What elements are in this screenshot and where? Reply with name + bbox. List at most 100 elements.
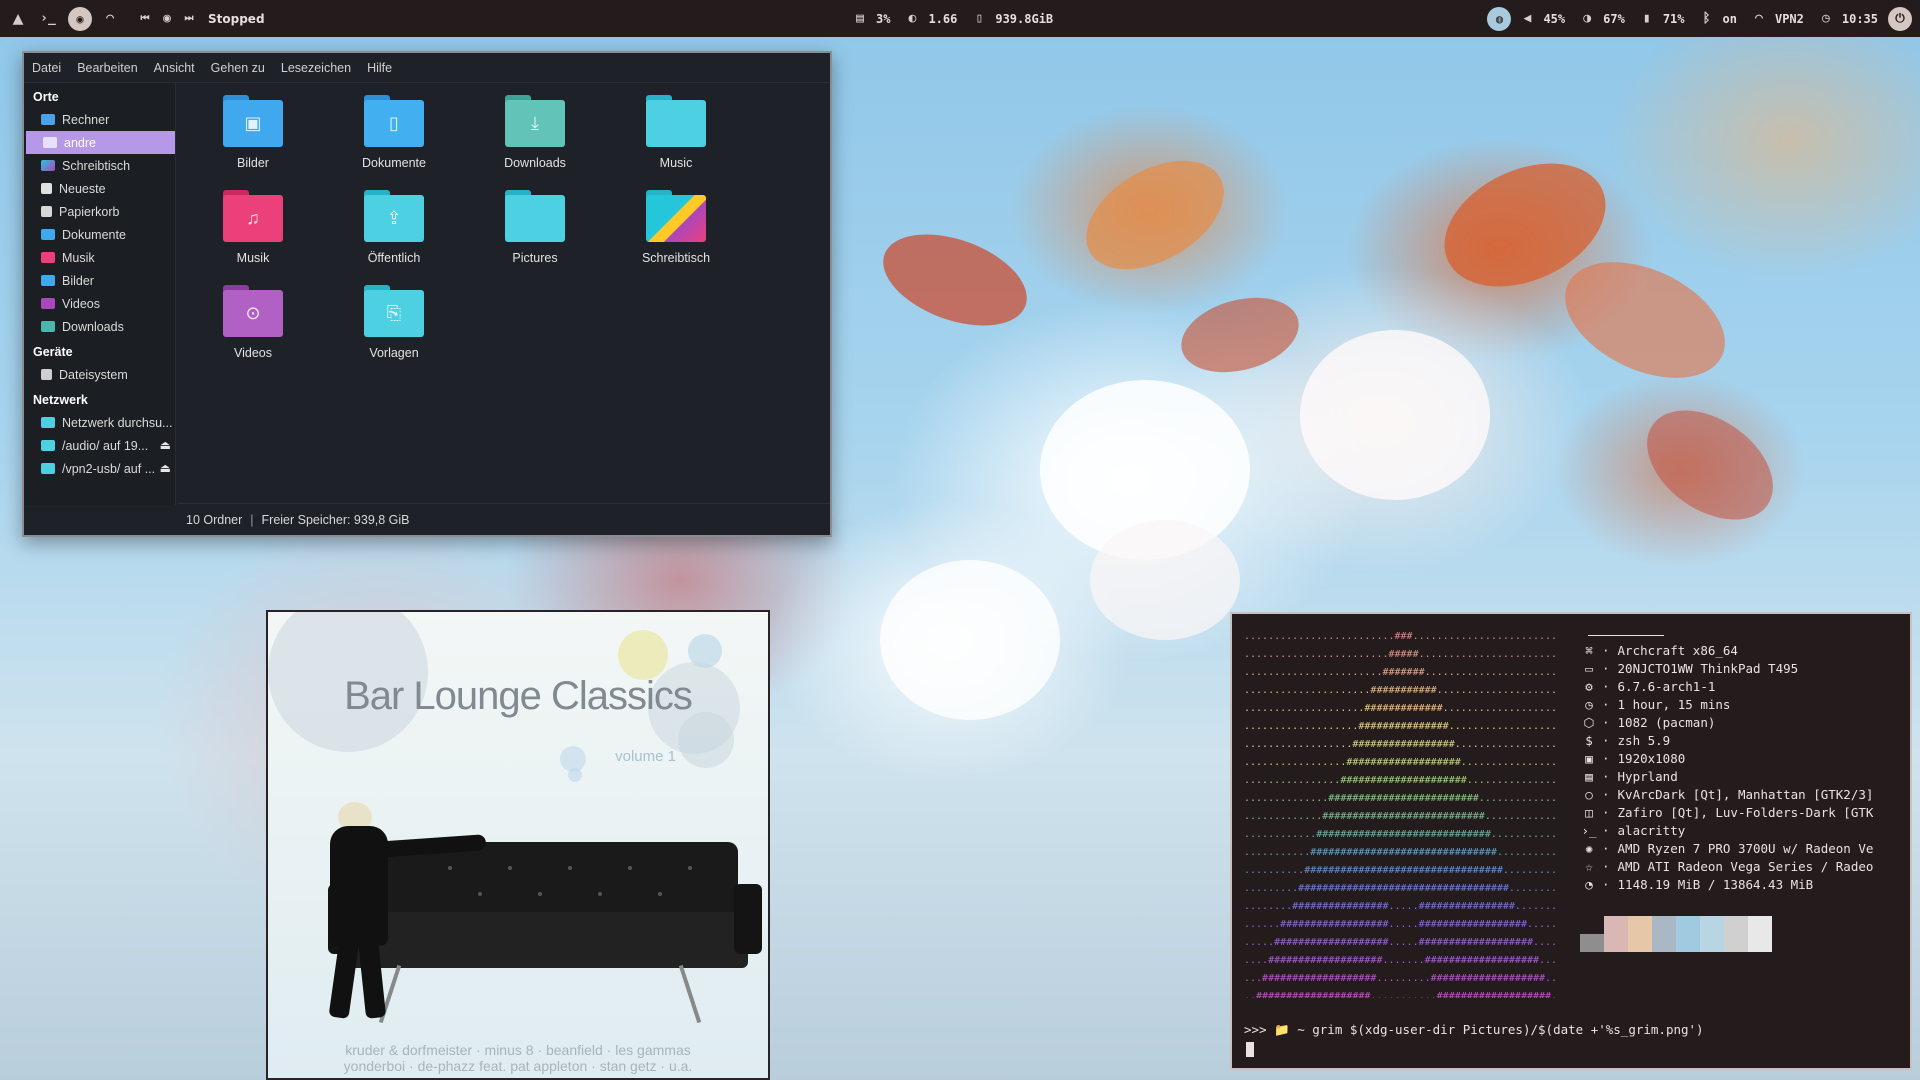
clock[interactable]: 10:35 [1842,12,1878,26]
sidebar-item-videos[interactable]: Videos [24,292,175,315]
folder-downloads[interactable]: ⤓ Downloads [475,95,595,170]
sidebar: Orte Rechner andre Schreibtisch Neueste … [24,83,176,505]
folder-dokumente[interactable]: ▯ Dokumente [334,95,454,170]
folder-pictures[interactable]: Pictures [475,190,595,265]
sidebar-item-vpn2-usb[interactable]: /vpn2-usb/ auf ... ⏏ [24,457,175,480]
home-icon [43,137,57,148]
info-bullet: · [1602,859,1610,874]
sidebar-item-dokumente[interactable]: Dokumente [24,223,175,246]
menu-gehen-zu[interactable]: Gehen zu [211,61,265,75]
sidebar-item-dateisystem[interactable]: Dateisystem [24,363,175,386]
terminal-prompt[interactable]: >>> 📁 ~ grim $(xdg-user-dir Pictures)/$(… [1244,1022,1704,1038]
ascii-logo-row: .................###################....… [1244,757,1558,768]
network-folder-icon [41,417,55,428]
folder-vorlagen[interactable]: ⎘ Vorlagen [334,285,454,360]
desktop-icon [41,160,55,171]
album-bubble [568,768,582,782]
sidebar-item-neueste[interactable]: Neueste [24,177,175,200]
info-glyph-icon: $ [1585,733,1593,748]
terminal-launcher-icon[interactable]: ›_ [36,7,60,31]
menu-lesezeichen[interactable]: Lesezeichen [281,61,351,75]
folder-label: Musik [236,251,270,265]
sidebar-item-andre[interactable]: andre [26,131,175,154]
sidebar-item-musik[interactable]: Musik [24,246,175,269]
folder-grid: ▣ Bilder ▯ Dokumente ⤓ Downloads Music ♫… [177,83,830,505]
trash-icon [41,206,52,217]
info-lines: ⌘ · Archcraft x86_64 ▭ · 20NJCTO1WW ThinkPad … [1580,642,1910,894]
album-credits-line: yonderboi · de-phazz feat. pat appleton … [343,1058,693,1074]
info-glyph-icon: ›_ [1581,823,1597,838]
top-bar-right: ◍ ◀ 45% ◑ 67% ▮ 71% ᛒ on ◠ VPN2 ◷ 10:35 … [1487,0,1912,37]
menu-ansicht[interactable]: Ansicht [154,61,195,75]
brightness-icon[interactable]: ◑ [1575,7,1599,31]
folder-videos[interactable]: ⊙ Videos [193,285,313,360]
sidebar-item-rechner[interactable]: Rechner [24,108,175,131]
eject-icon[interactable]: ⏏ [160,438,171,452]
ascii-logo-row: ...###################.........#########… [1244,973,1558,984]
folder-label: Vorlagen [369,346,419,360]
next-track-icon[interactable]: ⏭ [180,7,198,31]
eject-icon[interactable]: ⏏ [160,461,171,475]
bluetooth-icon[interactable]: ᛒ [1695,7,1719,31]
sidebar-heading-network: Netzwerk [33,393,88,407]
terminal-window[interactable]: .........................###............… [1230,612,1912,1070]
sidebar-item-downloads[interactable]: Downloads [24,315,175,338]
sidebar-item-schreibtisch[interactable]: Schreibtisch [24,154,175,177]
sofa-tuft [568,866,572,870]
recent-document-icon [41,183,52,194]
bluetooth-status[interactable]: on [1723,12,1737,26]
folder-musik[interactable]: ♫ Musik [193,190,313,265]
system-info-line: ▣ · 1920x1080 [1580,750,1910,768]
folder-oeffentlich[interactable]: ⇪ Öffentlich [334,190,454,265]
sofa-leg [678,964,702,1024]
volume-level[interactable]: 45% [1543,12,1565,26]
folder-music[interactable]: Music [616,95,736,170]
info-bullet: · [1602,733,1610,748]
privacy-eye-icon[interactable]: ◉ [68,6,92,31]
sidebar-item-papierkorb[interactable]: Papierkorb [24,200,175,223]
sidebar-item-label: Dokumente [62,227,126,242]
wallpaper-blossom [1040,380,1250,560]
color-picker-icon[interactable]: ◍ [1487,6,1512,31]
media-controls: ⏮ ◉ ⏭ Stopped [136,7,265,31]
system-info-line: ◔ · 1148.19 MiB / 13864.43 MiB [1580,876,1910,894]
stop-icon[interactable]: ◉ [158,7,176,31]
sofa-tuft [658,892,662,896]
archcraft-logo-icon[interactable]: ▲ [6,7,30,31]
info-bullet: · [1602,823,1610,838]
wifi-icon[interactable]: ◠ [98,7,122,31]
folder-label: Pictures [512,251,558,265]
menu-bearbeiten[interactable]: Bearbeiten [77,61,137,75]
menu-hilfe[interactable]: Hilfe [367,61,392,75]
sidebar-item-label: Rechner [62,112,110,127]
previous-track-icon[interactable]: ⏮ [136,7,154,31]
album-bubble [618,630,668,680]
brightness-level[interactable]: 67% [1603,12,1625,26]
sofa-seat [338,912,748,968]
drive-icon [41,369,52,380]
documents-folder-icon [41,229,55,240]
cpu-chart-icon: ▤ [856,11,864,26]
folder-icon [646,95,706,147]
sidebar-item-label: andre [64,135,96,150]
top-bar: ▲ ›_ ◉ ◠ ⏮ ◉ ⏭ Stopped ▤ 3% ◐ 1.66 ▯ 939… [0,0,1920,37]
sidebar-item-audio-share[interactable]: /audio/ auf 19... ⏏ [24,434,175,457]
volume-icon[interactable]: ◀ [1515,7,1539,31]
network-icon[interactable]: ◠ [1747,7,1771,31]
wallpaper-blossom [1090,520,1240,640]
vpn-status[interactable]: VPN2 [1775,12,1804,26]
folder-label: Öffentlich [367,251,421,265]
info-bullet: · [1602,841,1610,856]
clock-icon: ◷ [1821,11,1830,26]
ascii-logo-row: .........................###............… [1244,631,1558,642]
folder-schreibtisch[interactable]: Schreibtisch [616,190,736,265]
sidebar-item-network-browse[interactable]: Netzwerk durchsu... [24,411,175,434]
system-info-value: Zafiro [Qt], Luv-Folders-Dark [GTK [1617,805,1874,820]
power-icon[interactable]: ⏻ [1888,6,1912,31]
distro-logo-ascii: .........................###............… [1244,628,1564,998]
music-folder-icon: ♫ [223,190,283,242]
menu-datei[interactable]: Datei [32,61,61,75]
sidebar-item-bilder[interactable]: Bilder [24,269,175,292]
ascii-logo-row: .......................#######..........… [1244,667,1558,678]
folder-bilder[interactable]: ▣ Bilder [193,95,313,170]
